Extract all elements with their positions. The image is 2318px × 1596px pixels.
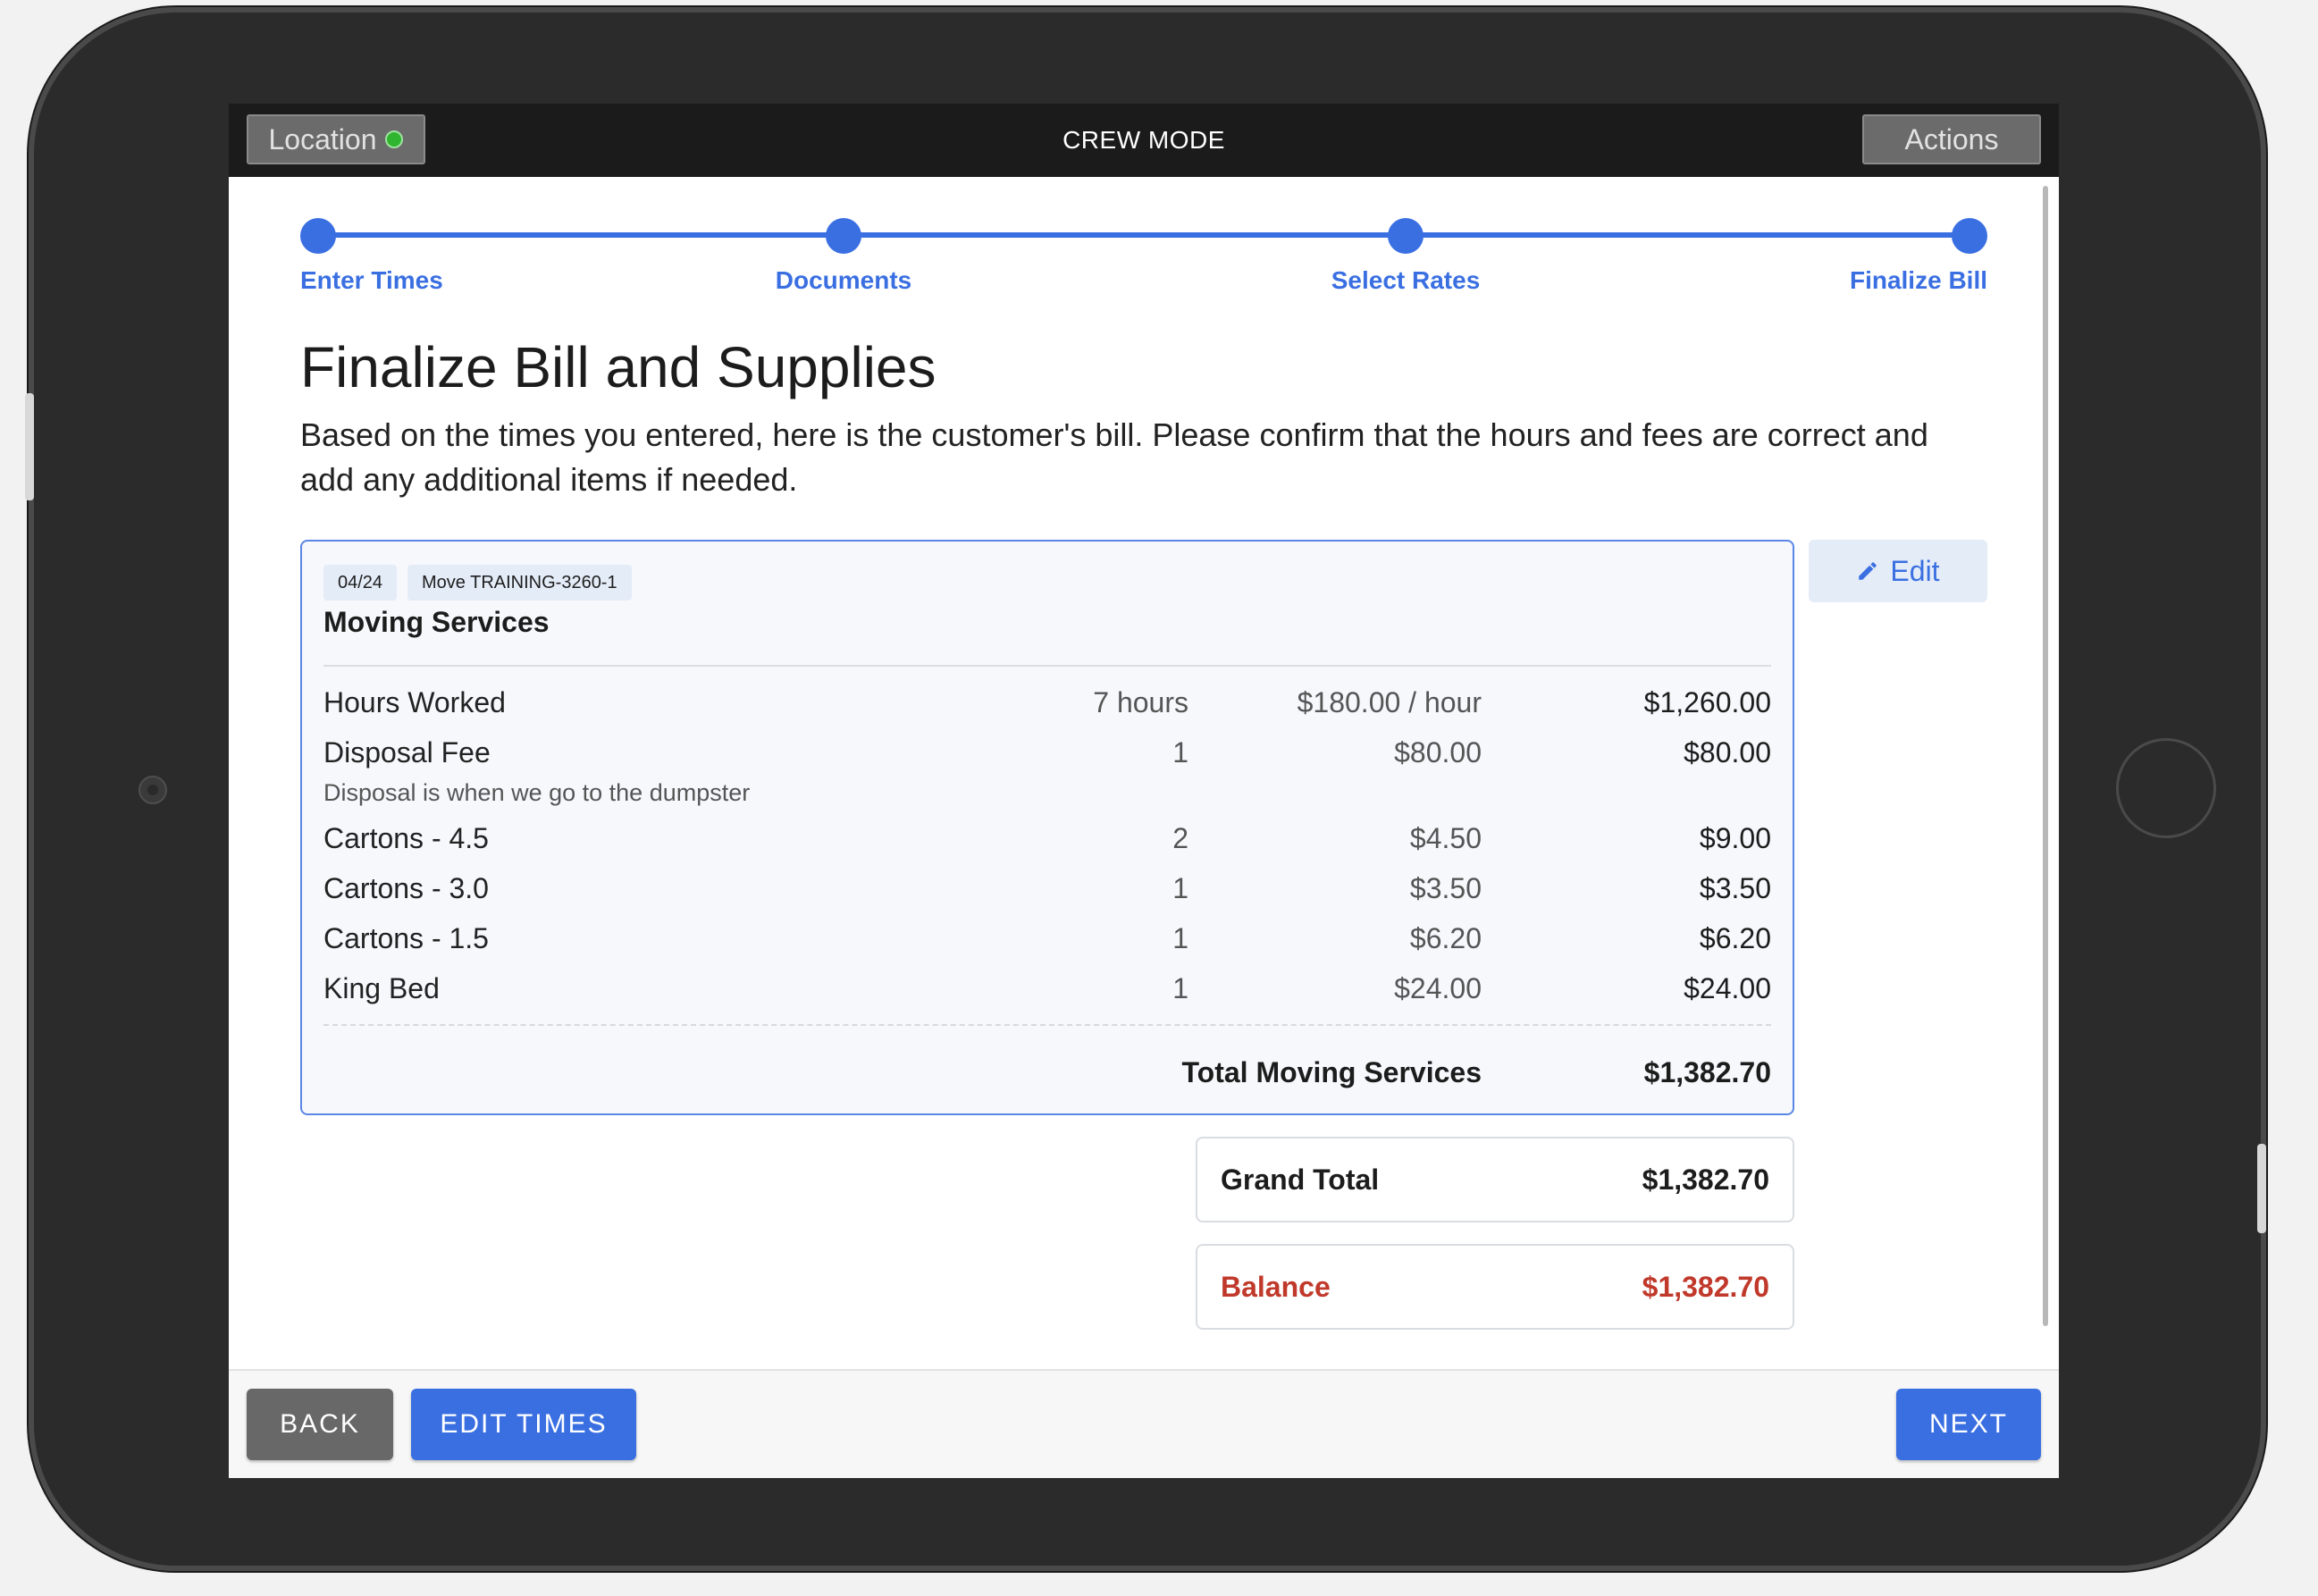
item-rate: $180.00 / hour — [1297, 686, 1482, 718]
actions-button[interactable]: Actions — [1862, 114, 2041, 164]
app-mode-title: CREW MODE — [1062, 126, 1225, 154]
bottom-bar: BACK EDIT TIMES NEXT — [229, 1369, 2059, 1478]
step-label-documents[interactable]: Documents — [776, 266, 911, 295]
line-item-row: Disposal Fee 1 $80.00 $80.00 — [323, 727, 1771, 777]
item-name: Cartons - 1.5 — [323, 922, 489, 954]
balance-value: $1,382.70 — [1642, 1271, 1769, 1303]
step-dot-enter-times[interactable] — [300, 218, 336, 254]
item-quantity: 1 — [1172, 872, 1188, 904]
total-row: Total Moving Services $1,382.70 — [323, 1047, 1772, 1097]
pencil-icon — [1859, 562, 1877, 580]
balance-label: Balance — [1221, 1271, 1331, 1303]
step-label-select-rates[interactable]: Select Rates — [1331, 266, 1481, 295]
item-rate: $4.50 — [1409, 822, 1482, 854]
step-label-enter-times[interactable]: Enter Times — [300, 266, 443, 295]
page-title: Finalize Bill and Supplies — [300, 335, 936, 399]
step-dot-select-rates[interactable] — [1388, 218, 1424, 254]
progress-stepper: Enter Times Documents Select Rates Final… — [300, 218, 1987, 307]
back-button[interactable]: BACK — [247, 1389, 393, 1460]
line-item-row: King Bed 1 $24.00 $24.00 — [323, 963, 1771, 1013]
move-tag: Move TRAINING-3260-1 — [407, 565, 632, 601]
next-button[interactable]: NEXT — [1896, 1389, 2041, 1460]
tablet-side-button — [2257, 1144, 2266, 1233]
step-dot-finalize-bill[interactable] — [1952, 218, 1987, 254]
total-label: Total Moving Services — [1181, 1056, 1482, 1088]
item-amount: $24.00 — [1684, 972, 1771, 1004]
item-amount: $9.00 — [1699, 822, 1771, 854]
item-rate: $3.50 — [1409, 872, 1482, 904]
page-description: Based on the times you entered, here is … — [300, 416, 1928, 498]
item-note: Disposal is when we go to the dumpster — [323, 779, 751, 806]
line-item-row: Cartons - 1.5 1 $6.20 $6.20 — [323, 913, 1771, 963]
item-name: King Bed — [323, 972, 440, 1004]
step-dot-documents[interactable] — [826, 218, 861, 254]
step-label-finalize-bill[interactable]: Finalize Bill — [1850, 266, 1987, 295]
item-quantity: 7 hours — [1093, 686, 1188, 718]
item-name: Hours Worked — [323, 686, 506, 718]
grand-total-label: Grand Total — [1221, 1163, 1380, 1196]
stepper-line — [318, 232, 1969, 238]
bill-card: 04/24 Move TRAINING-3260-1 Moving Servic… — [300, 540, 1794, 1115]
item-name: Disposal Fee — [323, 736, 491, 769]
edit-label: Edit — [1890, 554, 1940, 587]
item-quantity: 2 — [1172, 822, 1188, 854]
top-bar: CREW MODE Location Actions — [229, 104, 2059, 177]
item-amount: $80.00 — [1684, 736, 1771, 769]
item-name: Cartons - 3.0 — [323, 872, 489, 904]
camera-icon — [139, 776, 167, 804]
item-amount: $6.20 — [1699, 922, 1771, 954]
edit-button[interactable]: Edit — [1809, 540, 1987, 602]
location-label: Location — [268, 122, 377, 155]
item-rate: $24.00 — [1394, 972, 1482, 1004]
item-quantity: 1 — [1172, 922, 1188, 954]
item-quantity: 1 — [1172, 972, 1188, 1004]
scrollbar[interactable] — [2043, 186, 2048, 1326]
divider — [323, 665, 1771, 667]
item-name: Cartons - 4.5 — [323, 822, 489, 854]
total-value: $1,382.70 — [1643, 1056, 1771, 1088]
location-button[interactable]: Location — [247, 114, 425, 164]
tablet-side-button — [25, 393, 34, 500]
item-amount: $1,260.00 — [1643, 686, 1771, 718]
item-rate: $80.00 — [1394, 736, 1482, 769]
date-tag: 04/24 — [323, 565, 398, 601]
divider — [323, 1024, 1771, 1026]
item-amount: $3.50 — [1699, 872, 1771, 904]
item-rate: $6.20 — [1409, 922, 1482, 954]
edit-times-button[interactable]: EDIT TIMES — [411, 1389, 636, 1460]
line-item-row: Cartons - 4.5 2 $4.50 $9.00 — [323, 813, 1771, 863]
line-item-row: Cartons - 3.0 1 $3.50 $3.50 — [323, 863, 1771, 913]
bill-section-title: Moving Services — [323, 606, 550, 638]
line-item-row: Hours Worked 7 hours $180.00 / hour $1,2… — [323, 677, 1771, 727]
home-button[interactable] — [2116, 738, 2216, 838]
grand-total-value: $1,382.70 — [1642, 1163, 1769, 1196]
grand-total-box: Grand Total $1,382.70 — [1196, 1137, 1794, 1222]
location-status-icon — [385, 130, 404, 148]
item-quantity: 1 — [1172, 736, 1188, 769]
balance-box: Balance $1,382.70 — [1196, 1244, 1794, 1330]
app-screen: CREW MODE Location Actions Enter Times D… — [229, 104, 2059, 1478]
